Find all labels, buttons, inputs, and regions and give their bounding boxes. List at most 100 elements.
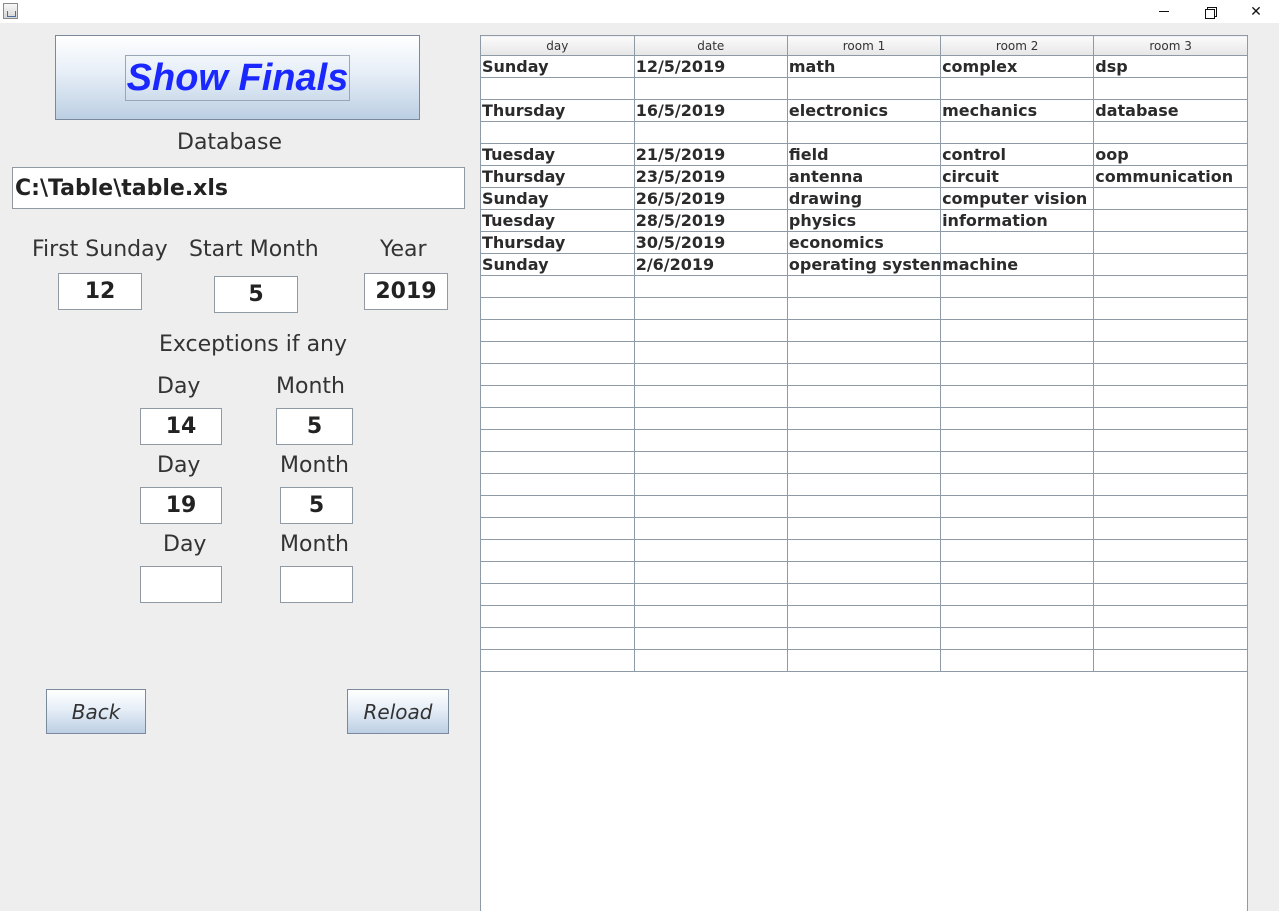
table-cell[interactable] (634, 539, 788, 562)
table-cell[interactable]: Tuesday (481, 209, 635, 232)
table-cell[interactable]: complex (940, 55, 1095, 78)
table-cell[interactable]: 2/6/2019 (634, 253, 788, 276)
table-cell[interactable] (787, 319, 942, 342)
table-row[interactable] (481, 341, 1247, 364)
table-cell[interactable] (481, 275, 635, 298)
column-header-room-1[interactable]: room 1 (787, 35, 942, 56)
table-cell[interactable] (787, 473, 942, 496)
table-cell[interactable] (634, 297, 788, 320)
table-cell[interactable]: electronics (787, 99, 942, 122)
year-field[interactable]: 2019 (364, 273, 448, 310)
table-cell[interactable] (1093, 517, 1247, 540)
table-cell[interactable]: math (787, 55, 942, 78)
close-button[interactable]: ✕ (1233, 0, 1279, 23)
table-cell[interactable] (1093, 539, 1247, 562)
table-cell[interactable]: control (940, 143, 1095, 166)
table-row[interactable] (481, 583, 1247, 606)
table-cell[interactable] (940, 583, 1095, 606)
table-cell[interactable]: antenna (787, 165, 942, 188)
table-cell[interactable] (1093, 275, 1247, 298)
table-cell[interactable] (634, 495, 788, 518)
table-cell[interactable] (787, 583, 942, 606)
table-cell[interactable] (1093, 473, 1247, 496)
table-cell[interactable]: 21/5/2019 (634, 143, 788, 166)
table-cell[interactable] (940, 451, 1095, 474)
table-cell[interactable] (634, 473, 788, 496)
table-row[interactable] (481, 77, 1247, 100)
table-cell[interactable] (1093, 319, 1247, 342)
table-cell[interactable] (634, 517, 788, 540)
table-cell[interactable] (1093, 121, 1247, 144)
table-cell[interactable] (634, 407, 788, 430)
table-row[interactable]: Thursday 23/5/2019 antenna circuit communica… (481, 165, 1247, 188)
table-cell[interactable] (1093, 385, 1247, 408)
back-button[interactable]: Back (46, 689, 146, 734)
table-cell[interactable] (634, 341, 788, 364)
table-row[interactable]: Thursday 30/5/2019 economics (481, 231, 1247, 254)
table-cell[interactable] (787, 451, 942, 474)
table-cell[interactable] (940, 517, 1095, 540)
table-cell[interactable] (634, 649, 788, 672)
exception-day-field[interactable]: 19 (140, 487, 222, 524)
table-cell[interactable] (787, 341, 942, 364)
table-cell[interactable] (481, 451, 635, 474)
table-cell[interactable]: oop (1093, 143, 1247, 166)
table-cell[interactable] (787, 297, 942, 320)
table-row[interactable] (481, 451, 1247, 474)
table-cell[interactable] (787, 429, 942, 452)
table-cell[interactable]: information (940, 209, 1095, 232)
table-row[interactable] (481, 649, 1247, 672)
table-cell[interactable] (940, 341, 1095, 364)
table-row[interactable] (481, 473, 1247, 496)
table-cell[interactable] (634, 583, 788, 606)
table-cell[interactable]: Tuesday (481, 143, 635, 166)
database-path-field[interactable]: C:\Table\table.xls (12, 167, 465, 209)
table-cell[interactable]: 12/5/2019 (634, 55, 788, 78)
table-row[interactable]: Tuesday 28/5/2019 physics information (481, 209, 1247, 232)
table-cell[interactable] (940, 363, 1095, 386)
table-cell[interactable] (1093, 187, 1247, 210)
table-cell[interactable]: economics (787, 231, 942, 254)
maximize-button[interactable] (1187, 0, 1233, 23)
table-cell[interactable]: operating systems (787, 253, 942, 276)
table-cell[interactable] (940, 627, 1095, 650)
table-cell[interactable] (634, 385, 788, 408)
table-cell[interactable] (940, 275, 1095, 298)
table-cell[interactable] (787, 495, 942, 518)
table-cell[interactable] (634, 451, 788, 474)
table-cell[interactable]: 28/5/2019 (634, 209, 788, 232)
table-cell[interactable]: 26/5/2019 (634, 187, 788, 210)
table-row[interactable] (481, 121, 1247, 144)
table-cell[interactable] (787, 77, 942, 100)
table-cell[interactable]: dsp (1093, 55, 1247, 78)
column-header-room-3[interactable]: room 3 (1093, 35, 1247, 56)
table-cell[interactable] (1093, 605, 1247, 628)
column-header-day[interactable]: day (481, 35, 635, 56)
table-cell[interactable] (787, 385, 942, 408)
table-cell[interactable] (634, 561, 788, 584)
table-cell[interactable] (787, 627, 942, 650)
table-cell[interactable] (1093, 209, 1247, 232)
exception-month-field[interactable] (280, 566, 353, 603)
table-cell[interactable] (481, 407, 635, 430)
table-cell[interactable]: mechanics (940, 99, 1095, 122)
table-cell[interactable]: communication (1093, 165, 1247, 188)
show-finals-button[interactable]: Show Finals (55, 35, 420, 120)
table-row[interactable]: Sunday 2/6/2019 operating systems machine (481, 253, 1247, 276)
table-row[interactable] (481, 605, 1247, 628)
table-cell[interactable]: field (787, 143, 942, 166)
start-month-field[interactable]: 5 (214, 276, 298, 313)
table-cell[interactable] (1093, 341, 1247, 364)
table-cell[interactable]: 30/5/2019 (634, 231, 788, 254)
table-cell[interactable] (787, 605, 942, 628)
table-cell[interactable] (1093, 253, 1247, 276)
table-cell[interactable] (1093, 77, 1247, 100)
exception-day-field[interactable] (140, 566, 222, 603)
table-cell[interactable] (634, 319, 788, 342)
table-row[interactable] (481, 407, 1247, 430)
table-cell[interactable]: 23/5/2019 (634, 165, 788, 188)
table-cell[interactable] (481, 341, 635, 364)
table-row[interactable] (481, 429, 1247, 452)
table-cell[interactable]: drawing (787, 187, 942, 210)
table-cell[interactable] (481, 605, 635, 628)
